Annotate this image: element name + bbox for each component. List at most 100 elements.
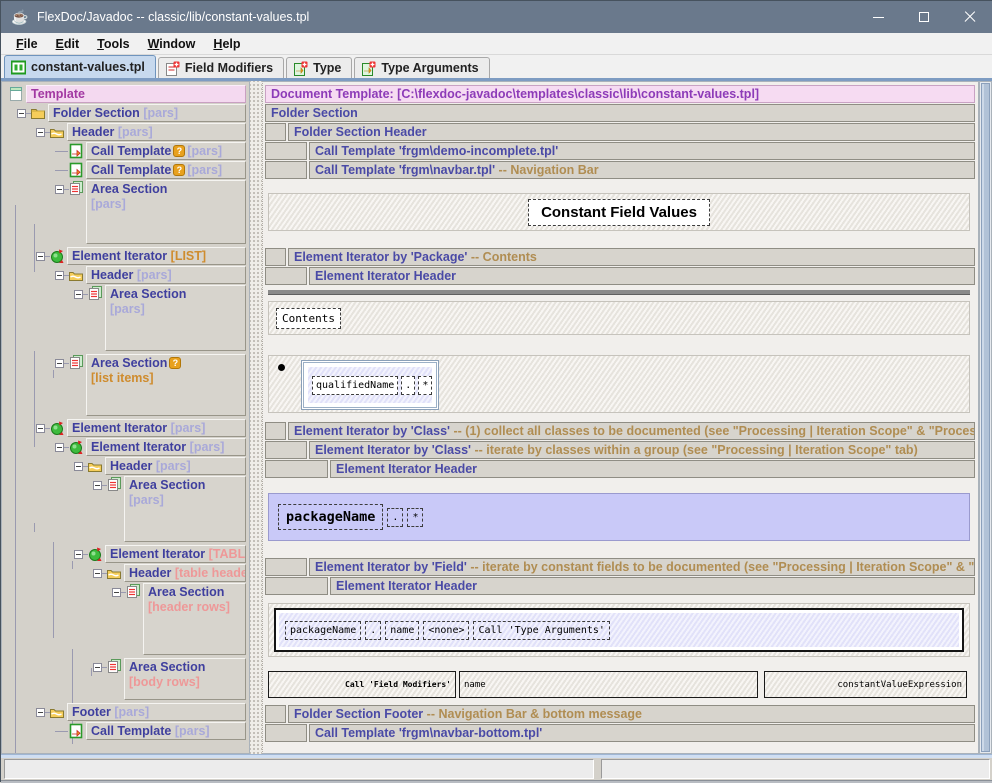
maximize-button[interactable] — [901, 1, 947, 33]
collapse-handle-icon[interactable] — [55, 359, 64, 368]
scrollbar-thumb[interactable] — [981, 83, 990, 752]
tree-node-area-section[interactable]: Area Section[pars] — [2, 476, 249, 544]
contents-label-control[interactable]: Contents — [276, 308, 341, 329]
section-row: Element Iterator Header — [265, 460, 975, 478]
template-editor-pane: Document Template: [C:\flexdoc-javadoc\t… — [262, 81, 979, 754]
call-field-modifiers-cell[interactable]: Call 'Field Modifiers' — [268, 671, 456, 698]
collapse-handle-icon[interactable] — [93, 481, 102, 490]
tab-field-modifiers[interactable]: Field Modifiers — [158, 57, 284, 78]
field-name-control[interactable]: name — [385, 621, 419, 640]
menu-help[interactable]: Help — [204, 35, 249, 53]
collapse-handle-icon[interactable] — [93, 569, 102, 578]
collapse-handle-icon[interactable] — [93, 663, 102, 672]
dot-control[interactable]: . — [401, 376, 415, 395]
tree-node-folder-section[interactable]: Folder Section [pars] — [2, 104, 249, 122]
dot-control[interactable]: . — [365, 621, 381, 640]
element-iterator-field-bar[interactable]: Element Iterator by 'Field' -- iterate b… — [309, 558, 975, 576]
minimize-button[interactable] — [855, 1, 901, 33]
package-name-control[interactable]: packageName — [285, 621, 361, 640]
tree-node-footer[interactable]: Footer [pars] — [2, 703, 249, 721]
element-iterator-header-bar[interactable]: Element Iterator Header — [309, 267, 975, 285]
tree-leaf-stub — [55, 731, 68, 732]
tree-node-area-section[interactable]: Area Section?[list items] — [2, 354, 249, 418]
tree-node-element-iterator[interactable]: Element Iterator [LIST] — [2, 247, 249, 265]
element-iterator-package-bar[interactable]: Element Iterator by 'Package' -- Content… — [288, 248, 975, 266]
collapse-handle-icon[interactable] — [36, 424, 45, 433]
tree-node-area-section[interactable]: Area Section[body rows] — [2, 658, 249, 702]
bar-label: Element Iterator by 'Package' — [294, 250, 467, 264]
tree-node-call-template[interactable]: Call Template?[pars] — [2, 142, 249, 160]
area-section-icon — [68, 354, 84, 370]
collapse-handle-icon[interactable] — [36, 128, 45, 137]
tree-node-area-section[interactable]: Area Section[pars] — [2, 180, 249, 246]
maximize-icon — [919, 12, 929, 22]
tab-constant-values[interactable]: constant-values.tpl — [4, 55, 156, 78]
menu-tools[interactable]: Tools — [88, 35, 138, 53]
folder-section-header-bar[interactable]: Folder Section Header — [288, 123, 975, 141]
tab-label: Type Arguments — [381, 61, 478, 75]
split-pane-divider[interactable] — [250, 81, 262, 754]
call-template-bar[interactable]: Call Template 'frgm\navbar.tpl' -- Navig… — [309, 161, 975, 179]
document-template-header[interactable]: Document Template: [C:\flexdoc-javadoc\t… — [265, 85, 975, 103]
tree-node-area-section[interactable]: Area Section[pars] — [2, 285, 249, 353]
collapse-handle-icon[interactable] — [112, 588, 121, 597]
collapse-handle-icon[interactable] — [55, 185, 64, 194]
element-iterator-class-bar[interactable]: Element Iterator by 'Class' -- (1) colle… — [288, 422, 975, 440]
collapse-handle-icon[interactable] — [36, 708, 45, 717]
tree-node-label: Element Iterator — [72, 249, 167, 263]
collapse-handle-icon[interactable] — [55, 271, 64, 280]
collapse-handle-icon[interactable] — [74, 290, 83, 299]
tree-node-element-iterator[interactable]: Element Iterator [TABLE] — [2, 545, 249, 563]
tab-type-arguments[interactable]: Type Arguments — [354, 57, 489, 78]
element-iterator-header-bar[interactable]: Element Iterator Header — [330, 577, 975, 595]
tree-node-call-template[interactable]: Call Template?[pars] — [2, 161, 249, 179]
bar-comment: -- (1) collect all classes to be documen… — [453, 424, 975, 438]
tree-node-header[interactable]: Header [pars] — [2, 266, 249, 284]
collapse-handle-icon[interactable] — [74, 550, 83, 559]
collapse-handle-icon[interactable] — [36, 252, 45, 261]
tree-node-header[interactable]: Header [table header] — [2, 564, 249, 582]
folder-section-bar[interactable]: Folder Section — [265, 104, 975, 122]
bar-comment: -- Contents — [471, 250, 537, 264]
menu-file[interactable]: File — [7, 35, 47, 53]
tree-node-area-section[interactable]: Area Section[header rows] — [2, 583, 249, 657]
folder-section-footer-bar[interactable]: Folder Section Footer -- Navigation Bar … — [288, 705, 975, 723]
vertical-scrollbar[interactable] — [979, 81, 992, 754]
tree-node-header[interactable]: Header [pars] — [2, 123, 249, 141]
tree-node-header[interactable]: Header [pars] — [2, 457, 249, 475]
constant-value-expression-cell[interactable]: constantValueExpression — [764, 671, 967, 698]
menu-window[interactable]: Window — [139, 35, 205, 53]
dot-control[interactable]: . — [387, 508, 403, 527]
menu-edit[interactable]: Edit — [47, 35, 89, 53]
collapse-handle-icon[interactable] — [74, 462, 83, 471]
field-row-frame[interactable]: packageName . name <none> Call 'Type Arg… — [274, 608, 964, 652]
fragment-doc-icon — [165, 61, 180, 76]
name-cell[interactable]: name — [459, 671, 758, 698]
page-title-control[interactable]: Constant Field Values — [528, 199, 710, 226]
call-template-bar[interactable]: Call Template 'frgm\navbar-bottom.tpl' — [309, 724, 975, 742]
fragment-doc-icon — [293, 61, 308, 76]
bar-label: Call Template 'frgm\navbar.tpl' — [315, 163, 495, 177]
indent-cell — [265, 705, 286, 723]
horizontal-rule-control[interactable] — [268, 290, 970, 295]
star-control[interactable]: * — [418, 376, 432, 395]
star-control[interactable]: * — [407, 508, 423, 527]
template-tree-pane: Template Folder Section [pars] Header [p… — [1, 81, 250, 754]
selected-list-item-box[interactable]: qualifiedName . * — [301, 360, 439, 410]
collapse-handle-icon[interactable] — [17, 109, 26, 118]
element-iterator-class-bar[interactable]: Element Iterator by 'Class' -- iterate b… — [309, 441, 975, 459]
tree-node-call-template[interactable]: Call Template [pars] — [2, 722, 249, 740]
element-iterator-header-bar[interactable]: Element Iterator Header — [330, 460, 975, 478]
call-template-bar[interactable]: Call Template 'frgm\demo-incomplete.tpl' — [309, 142, 975, 160]
tree-node-element-iterator[interactable]: Element Iterator [pars] — [2, 438, 249, 456]
qualified-name-control[interactable]: qualifiedName — [312, 376, 398, 395]
collapse-handle-icon[interactable] — [55, 443, 64, 452]
tab-type[interactable]: Type — [286, 57, 352, 78]
call-type-arguments-control[interactable]: Call 'Type Arguments' — [473, 621, 609, 640]
none-control[interactable]: <none> — [423, 621, 469, 640]
tree-node-element-iterator[interactable]: Element Iterator [pars] — [2, 419, 249, 437]
close-button[interactable] — [947, 1, 992, 33]
tree-node-label: Header — [91, 268, 133, 282]
tree-node-template[interactable]: Template — [2, 85, 249, 103]
package-name-control[interactable]: packageName — [278, 504, 383, 530]
